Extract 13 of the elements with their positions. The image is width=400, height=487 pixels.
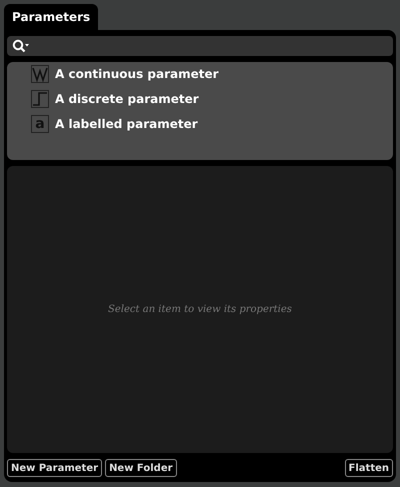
panel-tab[interactable]: Parameters <box>4 4 98 30</box>
parameter-label[interactable]: A labelled parameter <box>55 115 198 133</box>
letter-icon: a <box>31 115 49 133</box>
parameter-label[interactable]: A discrete parameter <box>55 90 199 108</box>
step-icon <box>31 90 49 108</box>
toolbar-button[interactable]: New Folder <box>105 459 177 477</box>
toolbar-button[interactable]: New Parameter <box>7 459 102 477</box>
parameter-label[interactable]: A continuous parameter <box>55 65 219 83</box>
search-field[interactable] <box>7 36 393 56</box>
wave-icon <box>31 65 49 83</box>
search-icon <box>12 39 30 53</box>
empty-message: Select an item to view its properties <box>108 303 292 317</box>
flatten-button[interactable]: Flatten <box>344 459 393 477</box>
